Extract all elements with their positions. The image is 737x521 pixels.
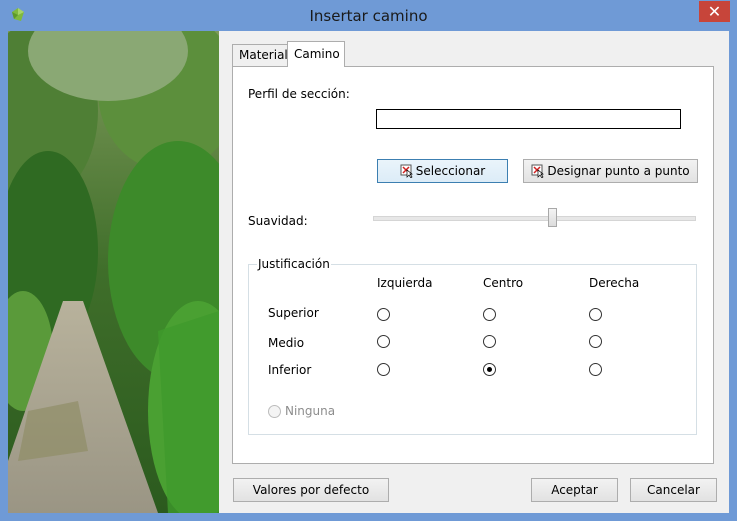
window-title: Insertar camino	[309, 7, 428, 25]
column-header-izquierda: Izquierda	[377, 276, 433, 290]
radio-superior-derecha[interactable]	[589, 308, 602, 321]
defaults-button[interactable]: Valores por defecto	[233, 478, 389, 502]
radio-inferior-centro[interactable]	[483, 363, 496, 376]
column-header-centro: Centro	[483, 276, 524, 290]
select-button[interactable]: Seleccionar	[377, 159, 508, 183]
camino-tab-panel: Perfil de sección: Seleccionar Designar …	[232, 66, 714, 464]
radio-inferior-izquierda[interactable]	[377, 363, 390, 376]
dialog-window: Insertar camino ✕ Material Camino Perfil…	[0, 0, 737, 521]
forest-path-image	[8, 31, 219, 513]
radio-superior-izquierda[interactable]	[377, 308, 390, 321]
radio-superior-centro[interactable]	[483, 308, 496, 321]
pick-points-button[interactable]: Designar punto a punto	[523, 159, 698, 183]
radio-ninguna[interactable]	[268, 405, 281, 418]
tab-camino-label: Camino	[294, 47, 340, 61]
radio-medio-izquierda[interactable]	[377, 335, 390, 348]
tab-material-label: Material	[239, 48, 288, 62]
smoothness-label: Suavidad:	[248, 214, 308, 228]
pick-points-icon	[531, 164, 545, 179]
row-label-medio: Medio	[268, 336, 305, 350]
row-label-superior: Superior	[268, 306, 319, 320]
tab-camino[interactable]: Camino	[287, 41, 345, 67]
accept-button-label: Aceptar	[551, 483, 598, 497]
tab-material[interactable]: Material	[232, 44, 290, 66]
justification-title: Justificación	[257, 257, 331, 271]
smoothness-slider-track[interactable]	[373, 216, 696, 221]
pick-points-button-label: Designar punto a punto	[547, 164, 690, 178]
cancel-button-label: Cancelar	[647, 483, 700, 497]
cancel-button[interactable]: Cancelar	[630, 478, 717, 502]
ninguna-label: Ninguna	[285, 404, 336, 418]
select-button-label: Seleccionar	[415, 164, 486, 178]
justification-group: Justificación Izquierda Centro Derecha S…	[248, 257, 697, 435]
radio-inferior-derecha[interactable]	[589, 363, 602, 376]
accept-button[interactable]: Aceptar	[531, 478, 618, 502]
column-header-derecha: Derecha	[589, 276, 640, 290]
profile-label: Perfil de sección:	[248, 87, 350, 101]
select-cursor-icon	[400, 164, 414, 179]
close-button[interactable]: ✕	[699, 1, 730, 22]
row-label-inferior: Inferior	[268, 363, 312, 377]
radio-medio-derecha[interactable]	[589, 335, 602, 348]
title-bar[interactable]: Insertar camino ✕	[0, 0, 737, 31]
dialog-body: Material Camino Perfil de sección: Selec…	[8, 31, 729, 513]
smoothness-slider-thumb[interactable]	[548, 208, 557, 227]
profile-field[interactable]	[376, 109, 681, 129]
defaults-button-label: Valores por defecto	[252, 483, 370, 497]
radio-medio-centro[interactable]	[483, 335, 496, 348]
